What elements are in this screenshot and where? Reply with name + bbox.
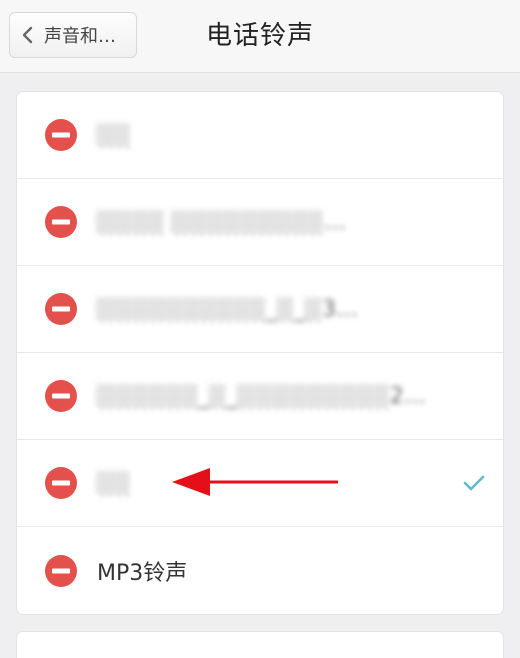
annotation-arrow-icon xyxy=(172,468,338,496)
ringtone-row[interactable]: ░░░░ ░░░░░░░░░… xyxy=(17,179,503,266)
minus-circle-icon[interactable] xyxy=(45,119,77,151)
navigation-bar: 电话铃声 声音和… xyxy=(0,0,520,73)
next-section-card xyxy=(17,632,503,658)
minus-circle-icon[interactable] xyxy=(45,467,77,499)
chevron-left-icon xyxy=(22,26,33,44)
ringtone-label: ░░░░░░_░_░░░░░░░░░2… xyxy=(97,383,426,409)
minus-circle-icon[interactable] xyxy=(45,380,77,412)
minus-circle-icon[interactable] xyxy=(45,293,77,325)
ringtone-label: MP3铃声 xyxy=(97,560,188,586)
checkmark-icon xyxy=(463,475,485,491)
minus-circle-icon[interactable] xyxy=(45,206,77,238)
back-button[interactable]: 声音和… xyxy=(9,12,137,58)
ringtone-row[interactable]: ░░░░░░░░░░_░_░3… xyxy=(17,266,503,353)
ringtone-label: ░░ xyxy=(97,122,131,148)
ringtone-list: ░░ ░░░░ ░░░░░░░░░… ░░░░░░░░░░_░_░3… ░░░░… xyxy=(17,92,503,614)
ringtone-row[interactable]: ░░ xyxy=(17,92,503,179)
ringtone-settings-screen: 电话铃声 声音和… ░░ ░░░░ ░░░░░░░░░… ░░░░░░░░░░_… xyxy=(0,0,520,658)
ringtone-label: ░░░░░░░░░░_░_░3… xyxy=(97,296,359,322)
ringtone-label: ░░░░ ░░░░░░░░░… xyxy=(97,209,346,235)
back-button-label: 声音和… xyxy=(44,26,116,47)
ringtone-row[interactable]: MP3铃声 xyxy=(17,527,503,614)
ringtone-label: ░░ xyxy=(97,470,131,496)
minus-circle-icon[interactable] xyxy=(45,554,77,587)
ringtone-row[interactable]: ░░░░░░_░_░░░░░░░░░2… xyxy=(17,353,503,440)
